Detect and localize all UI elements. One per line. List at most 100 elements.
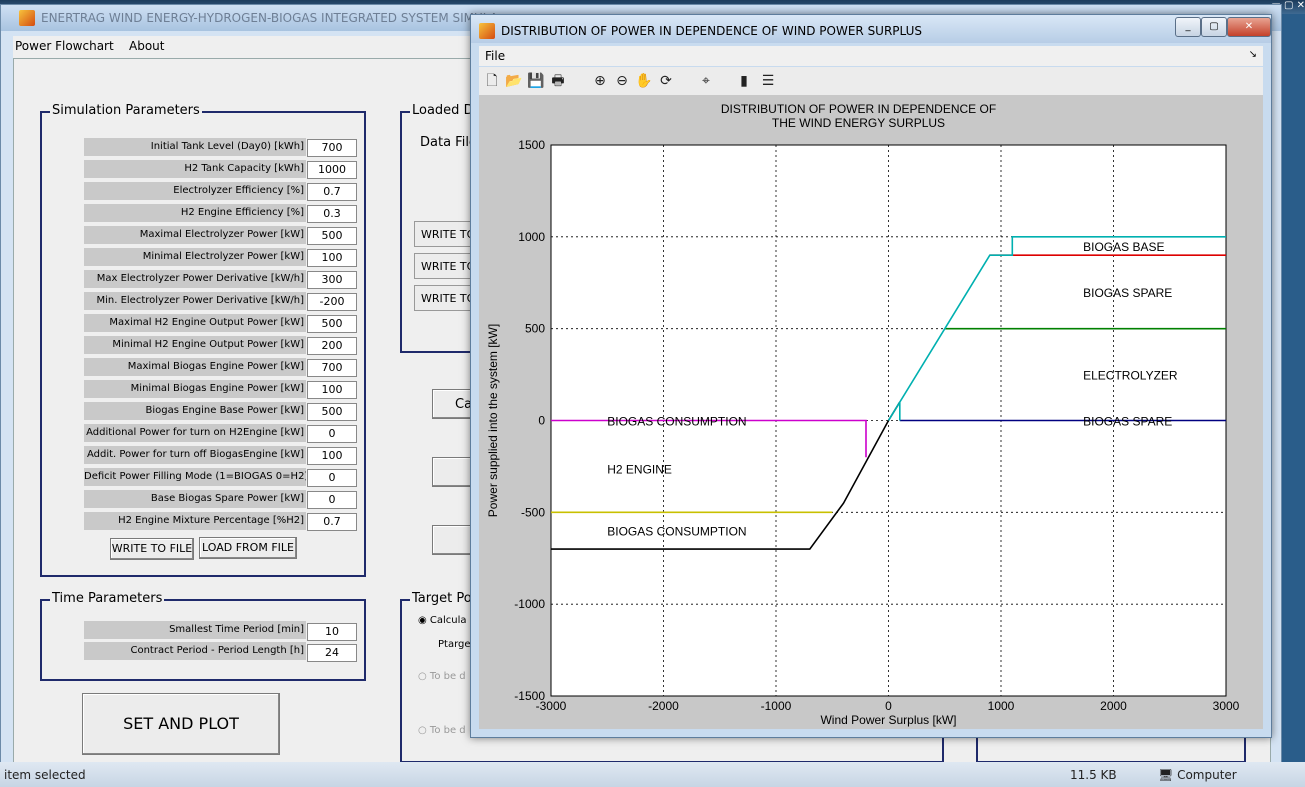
sim-param-label: Deficit Power Filling Mode (1=BIOGAS 0=H… [84, 468, 306, 486]
figure-toolbar: 🗋 📂 💾 🖶 ⊕ ⊖ ✋ ⟳ ⌖ ▮ ☰ [479, 67, 1263, 96]
zoom-in-icon[interactable]: ⊕ [591, 72, 609, 90]
sim-param-value[interactable]: 100 [307, 381, 357, 399]
x-tick-label: 2000 [1100, 699, 1127, 713]
sim-param-value[interactable]: 0.3 [307, 205, 357, 223]
sim-param-value[interactable]: 1000 [307, 161, 357, 179]
time-param-label: Smallest Time Period [min] [84, 621, 306, 639]
radio-to-be-defined-1[interactable]: ○ To be d [418, 671, 466, 682]
sim-param-value[interactable]: -200 [307, 293, 357, 311]
figure-window: DISTRIBUTION OF POWER IN DEPENDENCE OF W… [470, 14, 1272, 738]
x-axis-label: Wind Power Surplus [kW] [820, 713, 956, 727]
sim-param-label: Maximal Electrolyzer Power [kW] [84, 226, 306, 244]
minimize-button[interactable]: _ [1175, 17, 1201, 37]
set-and-plot-button[interactable]: SET AND PLOT [82, 693, 280, 755]
figure-window-title: DISTRIBUTION OF POWER IN DEPENDENCE OF W… [501, 24, 923, 38]
chart-title: DISTRIBUTION OF POWER IN DEPENDENCE OF [721, 102, 996, 116]
target-power-title: Target Po [410, 591, 474, 606]
load-from-file-button[interactable]: LOAD FROM FILE [199, 537, 297, 559]
radio-to-be-defined-2[interactable]: ○ To be d [418, 725, 466, 736]
colorbar-icon[interactable]: ▮ [735, 72, 753, 90]
sim-param-value[interactable]: 700 [307, 139, 357, 157]
x-tick-label: -1000 [761, 699, 792, 713]
close-button[interactable]: ✕ [1227, 17, 1271, 37]
y-tick-label: 1500 [518, 138, 545, 152]
sim-param-label: Minimal Electrolyzer Power [kW] [84, 248, 306, 266]
sim-param-value[interactable]: 100 [307, 249, 357, 267]
rotate-icon[interactable]: ⟳ [657, 72, 675, 90]
print-icon[interactable]: 🖶 [549, 72, 567, 90]
legend-icon[interactable]: ☰ [759, 72, 777, 90]
chart-annotation: H2 ENGINE [607, 462, 672, 476]
sim-param-label: Addit. Power for turn off BiogasEngine [… [84, 446, 306, 464]
menu-power-flowchart[interactable]: Power Flowchart [15, 39, 114, 53]
sim-param-label: H2 Engine Mixture Percentage [%H2] [84, 512, 306, 530]
app-icon [19, 10, 35, 26]
simulation-params-title: Simulation Parameters [50, 103, 202, 118]
maximize-button[interactable]: ▢ [1201, 17, 1227, 37]
menu-dock-icon[interactable]: ↘ [1249, 49, 1257, 60]
sim-param-label: H2 Tank Capacity [kWh] [84, 160, 306, 178]
sim-param-label: Minimal H2 Engine Output Power [kW] [84, 336, 306, 354]
sim-param-value[interactable]: 100 [307, 447, 357, 465]
radio-calculate-label: Calcula [429, 615, 467, 626]
sim-param-label: Biogas Engine Base Power [kW] [84, 402, 306, 420]
y-tick-label: -500 [521, 505, 545, 519]
data-cursor-icon[interactable]: ⌖ [697, 72, 715, 90]
computer-label: Computer [1177, 768, 1237, 782]
x-tick-label: 1000 [988, 699, 1015, 713]
x-tick-label: 3000 [1213, 699, 1240, 713]
status-bar: item selected 11.5 KB 🖥 Computer [0, 762, 1305, 787]
write-to-file-button[interactable]: WRITE TO FILE [110, 538, 194, 560]
computer-text: 🖥 Computer [1158, 768, 1237, 782]
figure-canvas: -3000 -2000 -1000 0 1000 2000 3000 -1500 -1000 -5… [479, 95, 1263, 729]
sim-param-value[interactable]: 0 [307, 469, 357, 487]
sim-param-label: H2 Engine Efficiency [%] [84, 204, 306, 222]
sim-param-value[interactable]: 200 [307, 337, 357, 355]
sim-param-value[interactable]: 0 [307, 425, 357, 443]
sim-param-value[interactable]: 0.7 [307, 513, 357, 531]
time-param-value[interactable]: 10 [307, 623, 357, 641]
radio-to-be-defined-2-label: To be d [429, 725, 466, 736]
time-param-value[interactable]: 24 [307, 644, 357, 662]
chart-annotation: BIOGAS SPARE [1083, 415, 1172, 429]
save-icon[interactable]: 💾 [527, 72, 545, 90]
open-icon[interactable]: 📂 [505, 72, 523, 90]
menu-about[interactable]: About [129, 39, 164, 53]
chart-title: THE WIND ENERGY SURPLUS [772, 116, 945, 130]
data-file-label: Data File [420, 135, 477, 150]
sim-param-value[interactable]: 500 [307, 227, 357, 245]
sim-param-label: Max Electrolyzer Power Derivative [kW/h] [84, 270, 306, 288]
sim-param-value[interactable]: 700 [307, 359, 357, 377]
figure-app-icon [479, 23, 495, 39]
sim-param-label: Minimal Biogas Engine Power [kW] [84, 380, 306, 398]
file-size-text: 11.5 KB [1070, 768, 1117, 782]
zoom-out-icon[interactable]: ⊖ [613, 72, 631, 90]
y-axis-label: Power supplied into the system [kW] [486, 324, 500, 517]
ptarget-label: Ptarge [438, 639, 471, 650]
sim-param-label: Maximal H2 Engine Output Power [kW] [84, 314, 306, 332]
chart-annotation: BIOGAS BASE [1083, 240, 1164, 254]
sim-param-value[interactable]: 0 [307, 491, 357, 509]
sim-param-label: Base Biogas Spare Power [kW] [84, 490, 306, 508]
sim-param-value[interactable]: 500 [307, 315, 357, 333]
main-window-title: ENERTRAG WIND ENERGY-HYDROGEN-BIOGAS INT… [41, 11, 498, 25]
new-icon[interactable]: 🗋 [483, 72, 501, 90]
sim-param-value[interactable]: 300 [307, 271, 357, 289]
y-tick-label: -1000 [514, 597, 545, 611]
power-distribution-chart: -3000 -2000 -1000 0 1000 2000 3000-1500-1000-5… [486, 102, 1240, 727]
y-tick-label: 0 [538, 414, 545, 428]
computer-icon: 🖥 [1158, 768, 1174, 782]
pan-icon[interactable]: ✋ [635, 72, 653, 90]
menu-file[interactable]: File [485, 49, 505, 63]
y-tick-label: 500 [525, 322, 545, 336]
chart-annotation: BIOGAS CONSUMPTION [607, 415, 746, 429]
figure-titlebar[interactable]: DISTRIBUTION OF POWER IN DEPENDENCE OF W… [471, 15, 1271, 43]
sim-param-value[interactable]: 500 [307, 403, 357, 421]
radio-calculate[interactable]: ◉ Calcula [418, 615, 467, 626]
sim-param-value[interactable]: 0.7 [307, 183, 357, 201]
figure-menubar: File ↘ [479, 46, 1263, 66]
x-tick-label: -2000 [648, 699, 679, 713]
time-param-label: Contract Period - Period Length [h] [84, 642, 306, 660]
loaded-data-title: Loaded D [410, 103, 476, 118]
status-text: item selected [4, 768, 86, 782]
